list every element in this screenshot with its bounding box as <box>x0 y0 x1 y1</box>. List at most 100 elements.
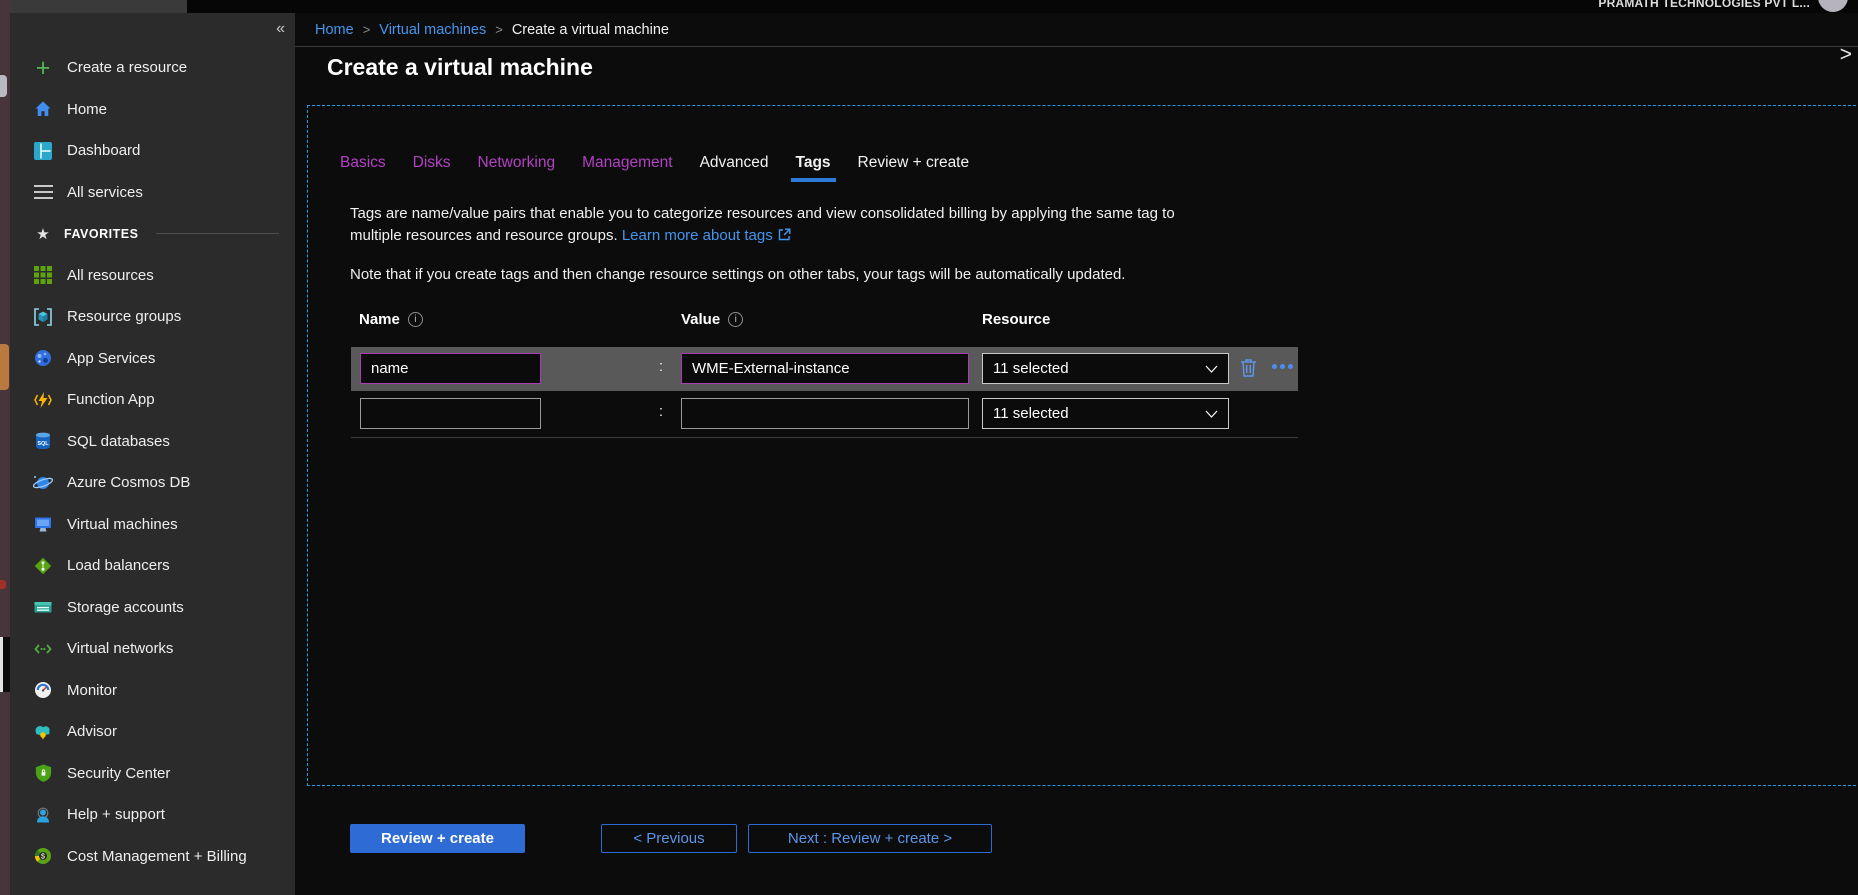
previous-button[interactable]: < Previous <box>601 824 737 853</box>
list-icon <box>32 181 54 203</box>
tab-networking[interactable]: Networking <box>476 153 558 173</box>
delete-row-button[interactable] <box>1240 358 1257 380</box>
header-value-label: Value <box>681 311 720 328</box>
sidebar-item-virtual-machines[interactable]: Virtual machines <box>10 504 295 546</box>
chevron-down-icon <box>1205 360 1218 377</box>
sidebar-item-all-resources[interactable]: All resources <box>10 255 295 297</box>
tab-basics[interactable]: Basics <box>338 153 388 173</box>
info-icon[interactable]: i <box>408 312 423 327</box>
sidebar-item-label: Help + support <box>67 806 165 823</box>
info-icon[interactable]: i <box>728 312 743 327</box>
sidebar-item-label: Azure Cosmos DB <box>67 474 190 491</box>
tab-disks[interactable]: Disks <box>411 153 453 173</box>
tags-description-line1: Tags are name/value pairs that enable yo… <box>350 205 1175 222</box>
tags-description-line2: multiple resources and resource groups. <box>350 227 618 244</box>
tag-name-input-empty[interactable] <box>360 398 541 429</box>
home-icon <box>32 98 54 120</box>
cosmos-db-icon <box>32 472 54 494</box>
advisor-icon <box>32 721 54 743</box>
sidebar-nav: + Create a resource Home Dashboard All s… <box>10 47 295 877</box>
tag-row-2: : 11 selected <box>351 392 1298 436</box>
sidebar-item-label: Resource groups <box>67 308 181 325</box>
tag-value-input-empty[interactable] <box>681 398 969 429</box>
dock-item <box>0 75 7 97</box>
column-header-resource: Resource <box>982 311 1050 328</box>
panel-close-chevron[interactable]: > <box>1840 43 1852 67</box>
storage-accounts-icon <box>32 596 54 618</box>
dock-item <box>0 344 9 390</box>
tags-table: Name i Value i Resource : 11 selected <box>351 306 1298 438</box>
sidebar-item-monitor[interactable]: Monitor <box>10 670 295 712</box>
virtual-networks-icon <box>32 638 54 660</box>
sidebar: « + Create a resource Home Dashboard All… <box>10 13 295 895</box>
favorites-divider <box>156 233 279 234</box>
next-button[interactable]: Next : Review + create > <box>748 824 992 853</box>
sidebar-item-label: Home <box>67 101 107 118</box>
sidebar-item-virtual-networks[interactable]: Virtual networks <box>10 628 295 670</box>
star-icon: ★ <box>32 223 54 245</box>
browser-tab-stub <box>10 0 187 13</box>
sidebar-item-storage-accounts[interactable]: Storage accounts <box>10 587 295 629</box>
header-resource-label: Resource <box>982 311 1050 328</box>
learn-more-link[interactable]: Learn more about tags <box>622 227 773 244</box>
resource-dropdown-value: 11 selected <box>993 405 1069 422</box>
app-services-icon <box>32 347 54 369</box>
tab-advanced[interactable]: Advanced <box>698 153 771 173</box>
tab-review-create[interactable]: Review + create <box>856 153 972 173</box>
sidebar-item-label: Storage accounts <box>67 599 184 616</box>
sidebar-item-help-support[interactable]: Help + support <box>10 794 295 836</box>
more-options-button[interactable] <box>1272 364 1293 369</box>
sidebar-item-create-a-resource[interactable]: + Create a resource <box>10 47 295 89</box>
sidebar-item-label: Virtual networks <box>67 640 173 657</box>
breadcrumb-home-link[interactable]: Home <box>315 22 354 38</box>
resource-dropdown-value: 11 selected <box>993 360 1069 377</box>
page-title: Create a virtual machine <box>327 54 593 81</box>
sidebar-item-resource-groups[interactable]: Resource groups <box>10 296 295 338</box>
resource-dropdown[interactable]: 11 selected <box>982 353 1229 384</box>
sidebar-item-advisor[interactable]: Advisor <box>10 711 295 753</box>
avatar[interactable] <box>1818 0 1848 12</box>
favorites-label: FAVORITES <box>64 227 138 241</box>
sidebar-item-all-services[interactable]: All services <box>10 172 295 214</box>
sidebar-item-label: Virtual machines <box>67 516 178 533</box>
sidebar-item-home[interactable]: Home <box>10 89 295 131</box>
load-balancers-icon <box>32 555 54 577</box>
ellipsis-dot <box>1272 364 1277 369</box>
header-name-label: Name <box>359 311 400 328</box>
dock-item <box>0 580 6 589</box>
main-panel: Home > Virtual machines > Create a virtu… <box>295 13 1858 895</box>
function-app-icon <box>32 389 54 411</box>
sidebar-item-azure-cosmos-db[interactable]: Azure Cosmos DB <box>10 462 295 504</box>
breadcrumb-virtual-machines-link[interactable]: Virtual machines <box>379 22 486 38</box>
svg-text:SQL: SQL <box>37 441 49 447</box>
wizard-tabs: Basics Disks Networking Management Advan… <box>338 153 971 173</box>
resource-dropdown[interactable]: 11 selected <box>982 398 1229 429</box>
sidebar-item-security-center[interactable]: Security Center <box>10 753 295 795</box>
column-header-value: Value i <box>681 311 743 328</box>
sidebar-item-label: Dashboard <box>67 142 140 159</box>
tag-value-input[interactable] <box>681 353 969 384</box>
dashboard-icon <box>32 140 54 162</box>
person-icon <box>32 804 54 826</box>
sidebar-item-app-services[interactable]: App Services <box>10 338 295 380</box>
sidebar-item-dashboard[interactable]: Dashboard <box>10 130 295 172</box>
tab-management[interactable]: Management <box>580 153 674 173</box>
tags-description: Tags are name/value pairs that enable yo… <box>350 203 1175 248</box>
donut-dollar-icon: $ <box>32 845 54 867</box>
sidebar-item-cost-management[interactable]: $ Cost Management + Billing <box>10 836 295 878</box>
grid-icon <box>32 264 54 286</box>
tenant-name[interactable]: PRAMATH TECHNOLOGIES PVT L... <box>1598 0 1810 10</box>
sidebar-item-label: Security Center <box>67 765 170 782</box>
column-header-name: Name i <box>359 311 423 328</box>
sidebar-collapse-icon[interactable]: « <box>276 20 285 38</box>
tab-tags[interactable]: Tags <box>794 153 833 173</box>
tag-name-input[interactable] <box>360 353 541 384</box>
sidebar-item-function-app[interactable]: Function App <box>10 379 295 421</box>
sidebar-item-label: App Services <box>67 350 155 367</box>
sidebar-item-label: Advisor <box>67 723 117 740</box>
review-create-button[interactable]: Review + create <box>350 824 525 853</box>
breadcrumb-separator: > <box>495 22 503 37</box>
sidebar-item-load-balancers[interactable]: Load balancers <box>10 545 295 587</box>
sidebar-item-sql-databases[interactable]: SQL SQL databases <box>10 421 295 463</box>
sidebar-item-label: Function App <box>67 391 155 408</box>
